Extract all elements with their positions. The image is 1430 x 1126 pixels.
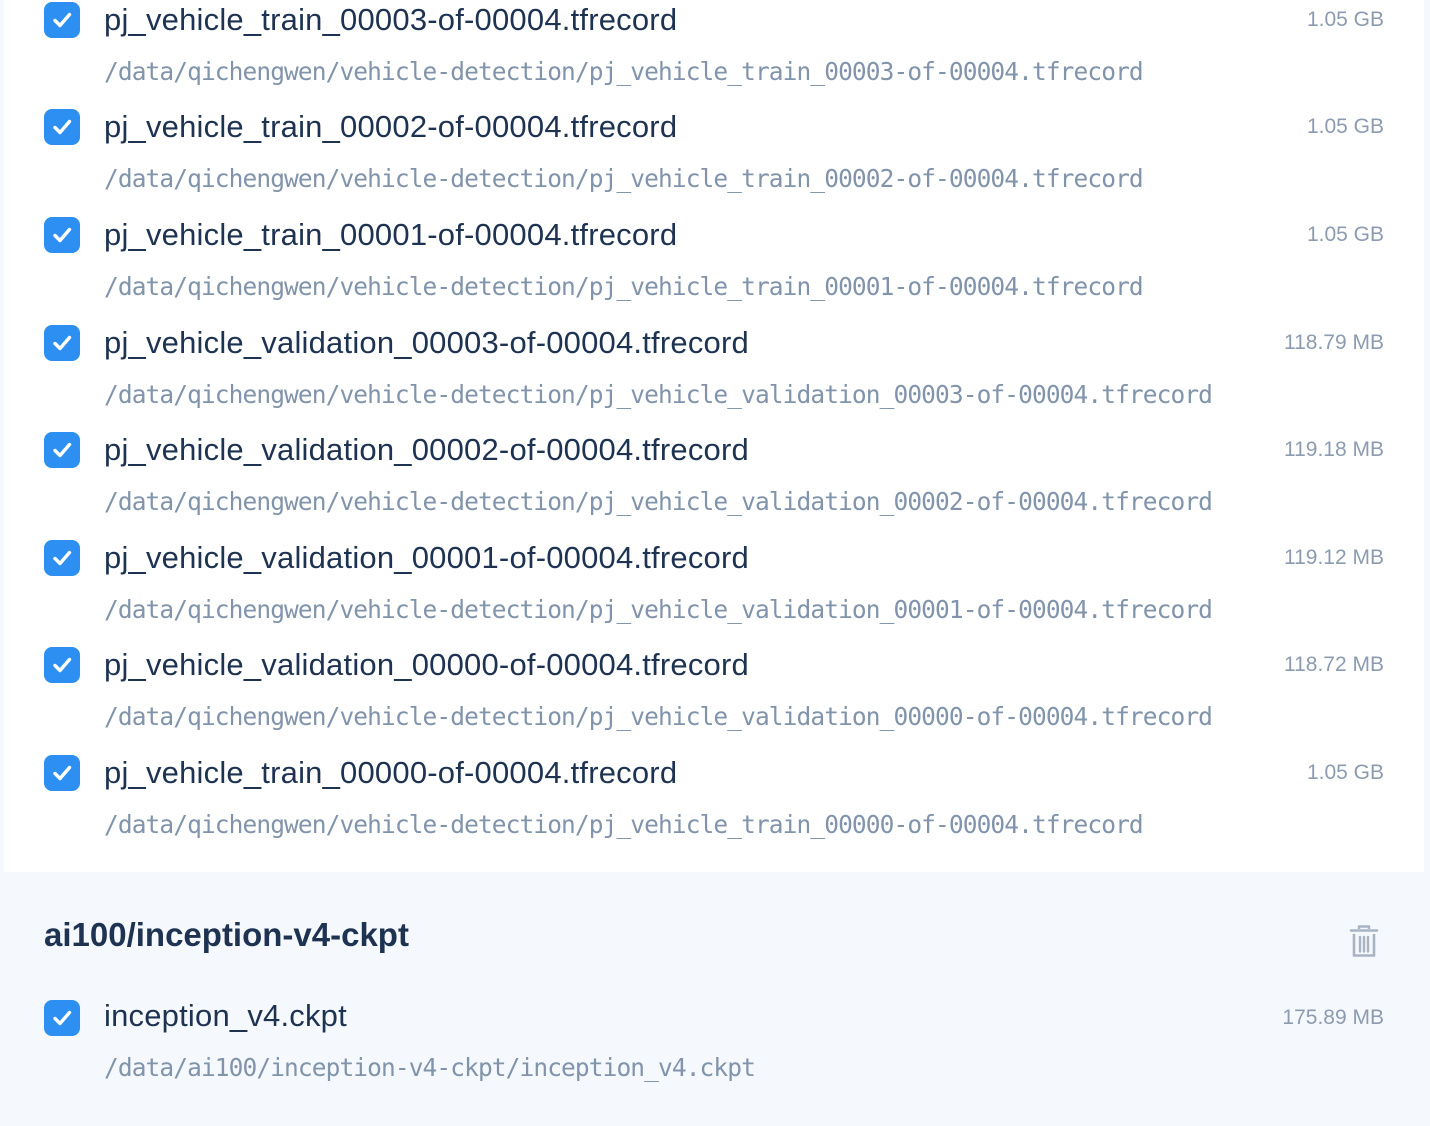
file-row: pj_vehicle_validation_00003-of-00004.tfr… [4,323,1424,430]
file-name: inception_v4.ckpt [104,998,347,1033]
file-size: 1.05 GB [1306,761,1384,784]
file-size: 1.05 GB [1306,8,1384,31]
checkmark-icon [53,442,72,458]
file-checkbox[interactable] [44,647,80,683]
file-size: 118.72 MB [1283,653,1384,676]
file-row: pj_vehicle_validation_00002-of-00004.tfr… [4,430,1424,537]
file-path: /data/qichengwen/vehicle-detection/pj_ve… [104,57,1144,86]
file-size: 1.05 GB [1306,115,1384,138]
file-checkbox[interactable] [44,2,80,38]
file-name: pj_vehicle_train_00002-of-00004.tfrecord [104,109,678,144]
dataset-file-list: pj_vehicle_train_00003-of-00004.tfrecord… [0,0,1430,1126]
file-path: /data/qichengwen/vehicle-detection/pj_ve… [104,487,1213,516]
file-path: /data/qichengwen/vehicle-detection/pj_ve… [104,810,1144,839]
checkmark-icon [53,335,72,351]
checkmark-icon [53,227,72,243]
checkmark-icon [53,765,72,781]
dataset-group-title: ai100/inception-v4-ckpt [44,916,409,953]
checkmark-icon [53,12,72,28]
file-row: inception_v4.ckpt 175.89 MB /data/ai100/… [4,998,1424,1105]
file-name: pj_vehicle_train_00000-of-00004.tfrecord [104,755,678,790]
dataset-group-inception: ai100/inception-v4-ckpt inception_v4.ckp… [4,876,1424,1120]
file-name: pj_vehicle_train_00003-of-00004.tfrecord [104,2,678,37]
file-path: /data/qichengwen/vehicle-detection/pj_ve… [104,702,1213,731]
file-checkbox[interactable] [44,540,80,576]
checkmark-icon [53,119,72,135]
file-name: pj_vehicle_validation_00002-of-00004.tfr… [104,432,749,467]
file-checkbox[interactable] [44,217,80,253]
file-checkbox[interactable] [44,755,80,791]
checkmark-icon [53,1010,72,1026]
file-checkbox[interactable] [44,325,80,361]
file-row: pj_vehicle_train_00000-of-00004.tfrecord… [4,753,1424,860]
file-row: pj_vehicle_train_00001-of-00004.tfrecord… [4,215,1424,322]
file-size: 1.05 GB [1306,223,1384,246]
file-checkbox[interactable] [44,1000,80,1036]
file-checkbox[interactable] [44,109,80,145]
file-size: 118.79 MB [1283,331,1384,354]
file-path: /data/qichengwen/vehicle-detection/pj_ve… [104,272,1144,301]
file-name: pj_vehicle_validation_00000-of-00004.tfr… [104,647,749,682]
file-row: pj_vehicle_validation_00000-of-00004.tfr… [4,645,1424,752]
trash-icon [1349,925,1379,957]
checkmark-icon [53,550,72,566]
file-row: pj_vehicle_train_00002-of-00004.tfrecord… [4,107,1424,214]
file-size: 175.89 MB [1282,1006,1384,1029]
file-path: /data/qichengwen/vehicle-detection/pj_ve… [104,164,1144,193]
file-size: 119.12 MB [1283,546,1384,569]
checkmark-icon [53,657,72,673]
file-name: pj_vehicle_train_00001-of-00004.tfrecord [104,217,678,252]
file-row: pj_vehicle_train_00003-of-00004.tfrecord… [4,0,1424,107]
file-size: 119.18 MB [1283,438,1384,461]
dataset-group-vehicle-detection: pj_vehicle_train_00003-of-00004.tfrecord… [4,0,1424,872]
file-path: /data/qichengwen/vehicle-detection/pj_ve… [104,595,1213,624]
file-path: /data/ai100/inception-v4-ckpt/inception_… [104,1053,756,1082]
file-name: pj_vehicle_validation_00001-of-00004.tfr… [104,540,749,575]
file-row: pj_vehicle_validation_00001-of-00004.tfr… [4,538,1424,645]
file-checkbox[interactable] [44,432,80,468]
file-path: /data/qichengwen/vehicle-detection/pj_ve… [104,380,1213,409]
file-name: pj_vehicle_validation_00003-of-00004.tfr… [104,325,749,360]
delete-dataset-button[interactable] [1348,923,1380,959]
